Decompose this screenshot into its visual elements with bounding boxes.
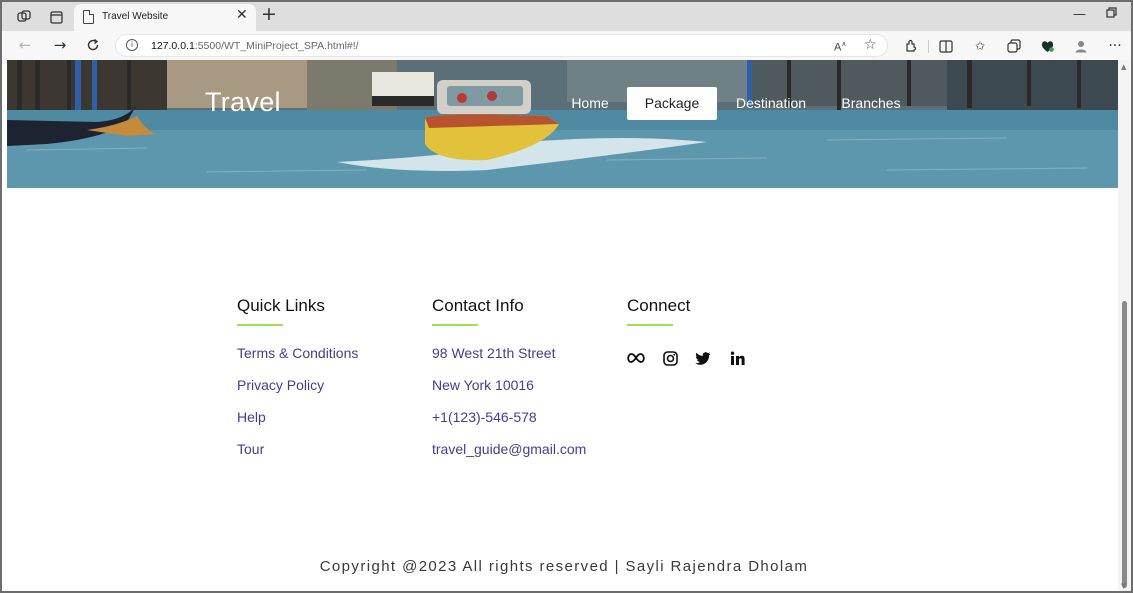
nav-destination[interactable]: Destination [727,87,815,120]
split-screen-icon[interactable] [937,37,955,55]
read-aloud-icon[interactable]: A∧ [834,40,846,54]
contact-street[interactable]: 98 West 21th Street [432,345,555,361]
url-host: 127.0.0.1 [151,40,195,52]
copyright-text: Copyright @2023 All rights reserved | Sa… [319,558,809,575]
favorite-star-icon[interactable]: ☆ [864,37,877,53]
more-menu-icon[interactable]: ··· [1106,37,1124,55]
scroll-down-arrow-icon[interactable]: ▼ [1121,582,1126,590]
nav-branches[interactable]: Branches [833,87,909,120]
meta-icon[interactable] [627,349,645,367]
url-text[interactable]: 127.0.0.1:5500/WT_MiniProject_SPA.html#!… [151,40,359,52]
connect-section: Connect [627,296,690,326]
link-tour[interactable]: Tour [237,441,264,457]
toolbar-divider [928,40,929,53]
contact-email[interactable]: travel_guide@gmail.com [432,441,586,457]
quick-links-title: Quick Links [237,296,325,315]
contact-info-section: Contact Info [432,296,524,326]
quick-links-section: Quick Links [237,296,325,326]
close-tab-icon[interactable]: ✕ [236,8,248,22]
collections-icon[interactable] [1005,37,1023,55]
minimize-icon[interactable]: — [1073,7,1086,22]
connect-underline [627,324,673,326]
forward-icon[interactable]: → [49,34,71,56]
link-privacy-policy[interactable]: Privacy Policy [237,377,324,393]
page-scrollbar[interactable]: ▲ ▼ [1118,60,1131,591]
link-terms-conditions[interactable]: Terms & Conditions [237,345,358,361]
profile-icon[interactable] [1072,37,1090,55]
new-tab-icon[interactable]: + [261,5,277,24]
nav-home[interactable]: Home [563,87,617,120]
tab-travel-website[interactable]: Travel Website ✕ [74,4,256,31]
contact-info-underline [432,324,478,326]
connect-title: Connect [627,296,691,315]
tab-strip: Travel Website ✕ + — [2,2,1131,31]
tab-actions-icon[interactable] [46,7,66,27]
twitter-icon[interactable] [694,349,712,367]
favorites-icon[interactable]: ✩ [971,37,989,55]
page-viewport: Travel Home Package Destination Branches… [2,60,1131,591]
linkedin-icon[interactable] [728,349,746,367]
site-brand[interactable]: Travel [205,87,281,118]
nav-package[interactable]: Package [627,87,717,120]
contact-city[interactable]: New York 10016 [432,377,534,393]
address-bar[interactable]: i 127.0.0.1:5500/WT_MiniProject_SPA.html… [115,34,888,57]
instagram-icon[interactable] [661,349,679,367]
quick-links-underline [237,324,283,326]
restore-icon[interactable] [1106,7,1117,22]
browser-window: Travel Website ✕ + — ← → i 127.0.0.1:550… [0,0,1133,593]
scrollbar-thumb[interactable] [1122,301,1127,588]
refresh-icon[interactable] [82,34,104,56]
page-icon [83,10,94,24]
contact-info-title: Contact Info [432,296,524,315]
workspaces-icon[interactable] [14,7,34,27]
extensions-icon[interactable] [902,37,920,55]
scroll-up-arrow-icon[interactable]: ▲ [1121,63,1126,71]
address-toolbar: ← → i 127.0.0.1:5500/WT_MiniProject_SPA.… [2,31,1131,60]
back-icon[interactable]: ← [14,34,36,56]
site-info-icon[interactable]: i [126,39,138,51]
browser-essentials-icon[interactable] [1038,37,1056,55]
venice-canal-photo [7,60,1118,188]
hero-banner: Travel Home Package Destination Branches [7,60,1118,188]
url-path: :5500/WT_MiniProject_SPA.html#!/ [194,40,359,52]
link-help[interactable]: Help [237,409,266,425]
contact-phone[interactable]: +1(123)-546-578 [432,409,537,425]
tab-title: Travel Website [102,11,169,22]
